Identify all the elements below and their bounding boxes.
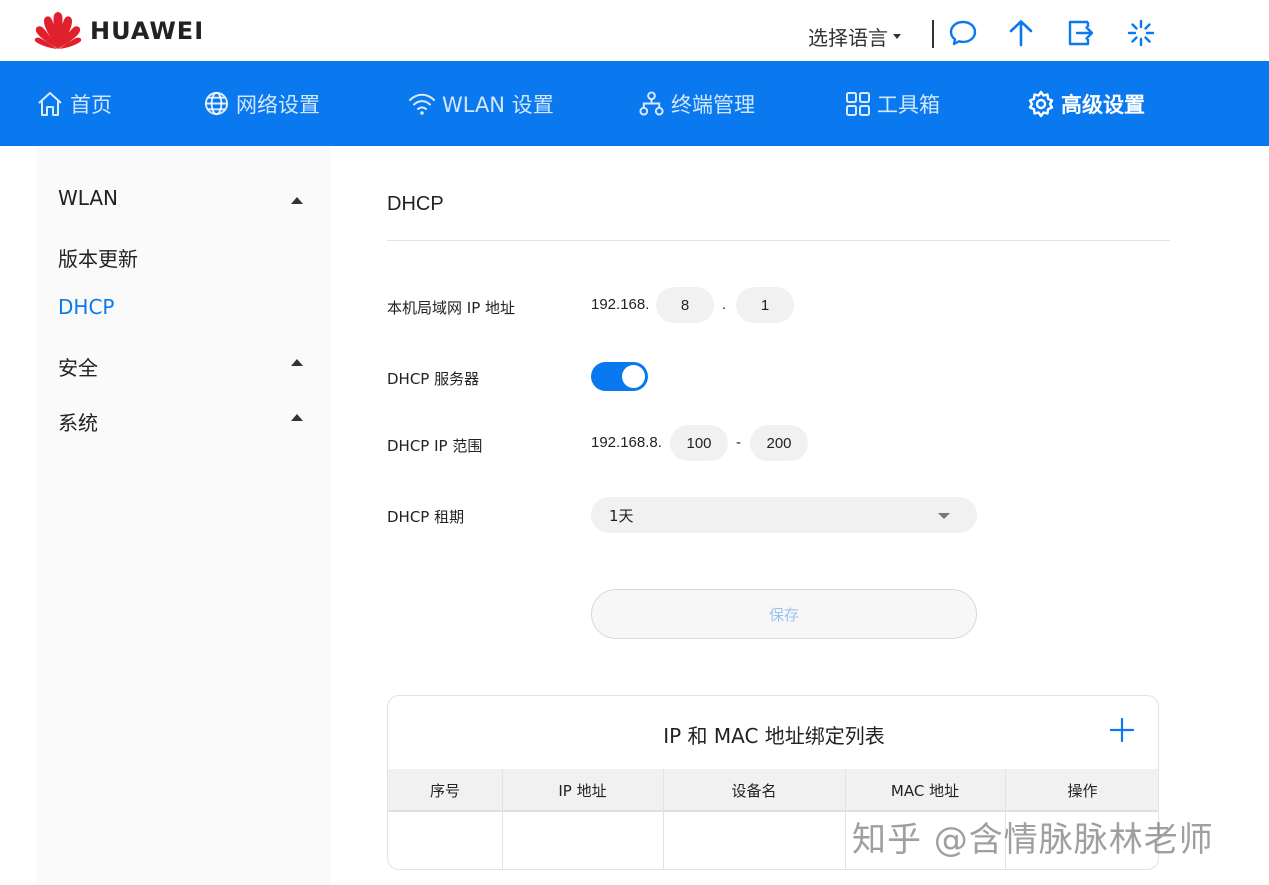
nav-toolbox[interactable]: 工具箱 — [845, 61, 940, 146]
nav-devices-label: 终端管理 — [671, 92, 755, 117]
nav-toolbox-label: 工具箱 — [877, 92, 940, 117]
sidebar: WLAN 版本更新 DHCP 安全 系统 — [36, 146, 331, 885]
lan-ip-prefix: 192.168. — [591, 296, 650, 313]
caret-down-icon — [938, 513, 950, 519]
top-header: HUAWEI 选择语言 — [0, 0, 1269, 61]
collapse-triangle-icon[interactable] — [291, 359, 303, 366]
chat-icon[interactable] — [948, 18, 978, 48]
column-divider — [845, 769, 846, 869]
nav-wlan[interactable]: WLAN 设置 — [408, 61, 554, 146]
header-divider — [932, 20, 934, 48]
collapse-triangle-icon[interactable] — [291, 414, 303, 421]
toggle-knob — [622, 365, 645, 388]
watermark-text: 知乎 @含情脉脉林老师 — [852, 820, 1214, 860]
lease-value: 1天 — [609, 506, 634, 525]
caret-down-icon — [893, 34, 901, 39]
ip-range-dash: - — [736, 434, 741, 451]
gear-icon — [1028, 90, 1054, 117]
dhcp-server-toggle[interactable] — [591, 362, 648, 391]
home-icon — [38, 91, 62, 116]
language-selector[interactable]: 选择语言 — [808, 22, 901, 51]
column-header-device-name: 设备名 — [731, 782, 777, 800]
nav-home-label: 首页 — [70, 92, 112, 117]
sidebar-item-security[interactable]: 安全 — [58, 352, 98, 381]
sidebar-item-wlan[interactable]: WLAN — [58, 186, 118, 210]
column-header-ip: IP 地址 — [558, 782, 607, 800]
nav-devices[interactable]: 终端管理 — [638, 61, 755, 146]
nav-home[interactable]: 首页 — [36, 61, 112, 146]
nav-advanced[interactable]: 高级设置 — [1027, 61, 1145, 146]
language-label: 选择语言 — [808, 26, 888, 50]
loading-icon[interactable] — [1126, 18, 1156, 48]
lan-ip-label: 本机局域网 IP 地址 — [387, 299, 516, 317]
page-title: DHCP — [387, 193, 444, 215]
sidebar-item-system[interactable]: 系统 — [58, 407, 98, 436]
nav-wlan-label: WLAN 设置 — [442, 92, 554, 117]
column-header-index: 序号 — [429, 782, 460, 800]
lan-ip-octet4-input[interactable]: 1 — [736, 287, 794, 323]
upload-arrow-icon[interactable] — [1006, 18, 1036, 48]
column-divider — [663, 769, 664, 869]
wifi-icon — [409, 93, 435, 115]
ip-range-label: DHCP IP 范围 — [387, 437, 483, 455]
column-header-actions: 操作 — [1067, 782, 1098, 800]
brand-name: HUAWEI — [90, 17, 205, 45]
nav-network-label: 网络设置 — [236, 92, 320, 117]
lease-label: DHCP 租期 — [387, 508, 465, 526]
title-divider — [387, 240, 1170, 241]
collapse-triangle-icon[interactable] — [291, 197, 303, 204]
add-icon[interactable] — [1110, 718, 1134, 742]
ip-range-prefix: 192.168.8. — [591, 434, 662, 451]
brand-logo: HUAWEI — [34, 11, 204, 51]
column-header-mac: MAC 地址 — [890, 782, 960, 800]
main-nav: 首页 网络设置 WLAN 设置 终端管理 工具箱 高级设置 — [0, 61, 1269, 146]
lan-ip-octet3-input[interactable]: 8 — [656, 287, 714, 323]
lan-ip-dot: . — [722, 296, 727, 313]
sidebar-item-update[interactable]: 版本更新 — [58, 243, 138, 272]
ip-range-start-input[interactable]: 100 — [670, 425, 728, 461]
logout-icon[interactable] — [1066, 18, 1096, 48]
nav-advanced-label: 高级设置 — [1061, 92, 1145, 117]
sidebar-item-dhcp[interactable]: DHCP — [58, 295, 114, 319]
column-divider — [502, 769, 503, 869]
binding-table-title: IP 和 MAC 地址绑定列表 — [663, 724, 885, 748]
dhcp-server-label: DHCP 服务器 — [387, 370, 480, 388]
ip-range-end-input[interactable]: 200 — [750, 425, 808, 461]
save-button[interactable]: 保存 — [591, 589, 977, 639]
globe-icon — [204, 91, 229, 116]
devices-icon — [639, 91, 664, 116]
table-header: 序号 IP 地址 设备名 MAC 地址 操作 — [388, 769, 1158, 812]
grid-icon — [846, 91, 870, 116]
lease-select[interactable]: 1天 — [591, 497, 977, 533]
nav-network[interactable]: 网络设置 — [203, 61, 320, 146]
huawei-flower-icon — [34, 12, 82, 49]
